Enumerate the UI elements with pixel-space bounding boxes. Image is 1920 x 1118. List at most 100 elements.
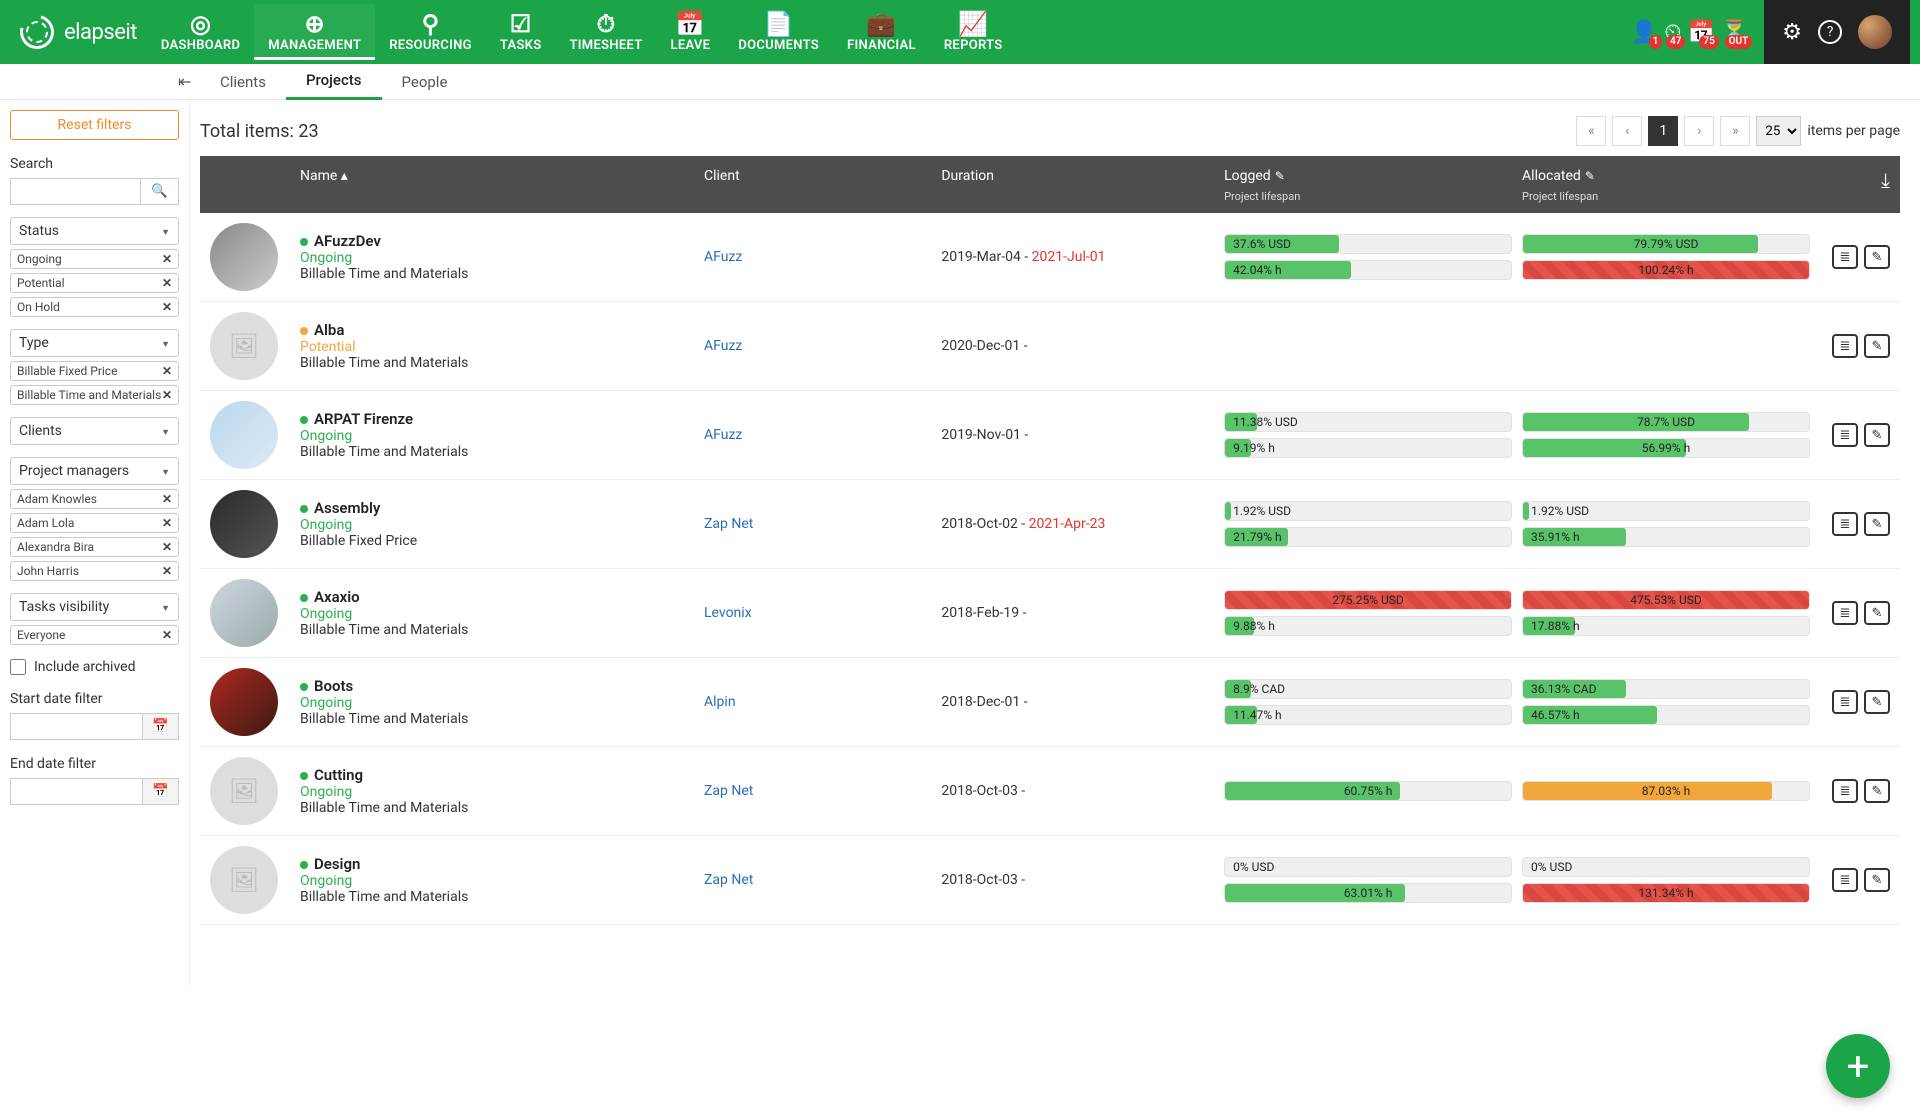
tasks-dropdown[interactable]: Tasks visibility	[10, 593, 179, 621]
client-link[interactable]: AFuzz	[704, 338, 742, 354]
nav-documents[interactable]: 📄DOCUMENTS	[724, 4, 833, 60]
status-chip: Potential✕	[10, 273, 179, 293]
nav-icon: ⊕	[268, 10, 361, 38]
col-client[interactable]: Client	[704, 168, 931, 184]
top-badge[interactable]: ⏳OUT	[1721, 20, 1748, 45]
include-archived-checkbox[interactable]	[10, 659, 26, 675]
progress-bar: 17.88% h	[1522, 616, 1810, 636]
project-name[interactable]: Design	[300, 855, 694, 873]
nav-dashboard[interactable]: ◎DASHBOARD	[147, 4, 254, 60]
progress-bar: 9.88% h	[1224, 616, 1512, 636]
include-archived-row[interactable]: Include archived	[10, 659, 179, 675]
client-link[interactable]: Levonix	[704, 605, 752, 621]
client-link[interactable]: Zap Net	[704, 516, 753, 532]
clients-dropdown[interactable]: Clients	[10, 417, 179, 445]
project-name[interactable]: AFuzzDev	[300, 232, 694, 250]
nav-tasks[interactable]: ☑TASKS	[486, 4, 556, 60]
page-1[interactable]: 1	[1648, 116, 1678, 146]
client-link[interactable]: AFuzz	[704, 249, 742, 265]
search-button[interactable]: 🔍	[141, 178, 179, 205]
pencil-icon[interactable]: ✎	[1585, 169, 1595, 183]
tab-people[interactable]: People	[382, 65, 468, 99]
nav-resourcing[interactable]: ⚲RESOURCING	[375, 4, 486, 60]
nav-timesheet[interactable]: ⏱TIMESHEET	[555, 4, 656, 60]
search-input[interactable]	[10, 178, 141, 205]
add-button[interactable]: +	[1826, 1034, 1890, 1098]
chip-remove-icon[interactable]: ✕	[162, 516, 172, 530]
col-duration[interactable]: Duration	[941, 168, 1214, 184]
chip-remove-icon[interactable]: ✕	[162, 388, 172, 402]
details-icon[interactable]: ≣	[1832, 868, 1858, 892]
project-name[interactable]: Assembly	[300, 499, 694, 517]
project-name[interactable]: Axaxio	[300, 588, 694, 606]
top-badge[interactable]: 👤1	[1631, 20, 1658, 45]
chip-remove-icon[interactable]: ✕	[162, 628, 172, 642]
chip-remove-icon[interactable]: ✕	[162, 564, 172, 578]
details-icon[interactable]: ≣	[1832, 245, 1858, 269]
client-link[interactable]: Zap Net	[704, 872, 753, 888]
start-date-picker-icon[interactable]: 📅	[143, 713, 179, 740]
details-icon[interactable]: ≣	[1832, 423, 1858, 447]
project-name[interactable]: Boots	[300, 677, 694, 695]
page-first[interactable]: «	[1576, 116, 1606, 146]
nav-reports[interactable]: 📈REPORTS	[930, 4, 1017, 60]
tab-projects[interactable]: Projects	[286, 63, 382, 100]
edit-icon[interactable]: ✎	[1864, 779, 1890, 803]
edit-icon[interactable]: ✎	[1864, 512, 1890, 536]
settings-icon[interactable]: ⚙	[1782, 20, 1802, 45]
reset-filters-button[interactable]: Reset filters	[10, 110, 179, 140]
tab-clients[interactable]: Clients	[200, 65, 286, 99]
chip-remove-icon[interactable]: ✕	[162, 276, 172, 290]
progress-bar: 1.92% USD	[1522, 501, 1810, 521]
client-link[interactable]: Zap Net	[704, 783, 753, 799]
help-icon[interactable]: ?	[1818, 20, 1842, 44]
type-dropdown[interactable]: Type	[10, 329, 179, 357]
edit-icon[interactable]: ✎	[1864, 601, 1890, 625]
chip-remove-icon[interactable]: ✕	[162, 492, 172, 506]
chip-remove-icon[interactable]: ✕	[162, 300, 172, 314]
project-name[interactable]: Alba	[300, 321, 694, 339]
top-badge[interactable]: ⏲47	[1664, 20, 1681, 45]
page-last[interactable]: »	[1720, 116, 1750, 146]
details-icon[interactable]: ≣	[1832, 334, 1858, 358]
project-name[interactable]: ARPAT Firenze	[300, 410, 694, 428]
details-icon[interactable]: ≣	[1832, 512, 1858, 536]
chip-remove-icon[interactable]: ✕	[162, 252, 172, 266]
nav-management[interactable]: ⊕MANAGEMENT	[254, 4, 375, 60]
page-next[interactable]: ›	[1684, 116, 1714, 146]
nav-leave[interactable]: 📅LEAVE	[657, 4, 725, 60]
project-name[interactable]: Cutting	[300, 766, 694, 784]
col-allocated[interactable]: Allocated✎ Project lifespan	[1522, 168, 1810, 203]
status-dropdown[interactable]: Status	[10, 217, 179, 245]
details-icon[interactable]: ≣	[1832, 779, 1858, 803]
edit-icon[interactable]: ✎	[1864, 245, 1890, 269]
progress-bar: 0% USD	[1522, 857, 1810, 877]
client-link[interactable]: AFuzz	[704, 427, 742, 443]
chip-remove-icon[interactable]: ✕	[162, 364, 172, 378]
end-date-picker-icon[interactable]: 📅	[143, 778, 179, 805]
pencil-icon[interactable]: ✎	[1275, 169, 1285, 183]
details-icon[interactable]: ≣	[1832, 690, 1858, 714]
top-badge[interactable]: 📅75	[1687, 20, 1714, 45]
page-size-select[interactable]: 25	[1756, 116, 1801, 146]
download-icon[interactable]: ⤓	[1881, 168, 1890, 192]
edit-icon[interactable]: ✎	[1864, 868, 1890, 892]
client-link[interactable]: Alpin	[704, 694, 736, 710]
edit-icon[interactable]: ✎	[1864, 690, 1890, 714]
pm-dropdown[interactable]: Project managers	[10, 457, 179, 485]
nav-financial[interactable]: 💼FINANCIAL	[833, 4, 930, 60]
user-avatar[interactable]	[1858, 15, 1892, 49]
edit-icon[interactable]: ✎	[1864, 423, 1890, 447]
col-logged[interactable]: Logged✎ Project lifespan	[1224, 168, 1512, 203]
page-prev[interactable]: ‹	[1612, 116, 1642, 146]
collapse-sidebar-icon[interactable]: ⇤	[178, 72, 191, 91]
logo-icon	[14, 9, 60, 55]
col-name[interactable]: Name ▴	[300, 168, 694, 184]
edit-icon[interactable]: ✎	[1864, 334, 1890, 358]
start-date-input[interactable]	[10, 713, 143, 740]
chip-remove-icon[interactable]: ✕	[162, 540, 172, 554]
logo[interactable]: elapseit	[10, 15, 147, 49]
end-date-input[interactable]	[10, 778, 143, 805]
details-icon[interactable]: ≣	[1832, 601, 1858, 625]
project-billing: Billable Time and Materials	[300, 622, 694, 638]
